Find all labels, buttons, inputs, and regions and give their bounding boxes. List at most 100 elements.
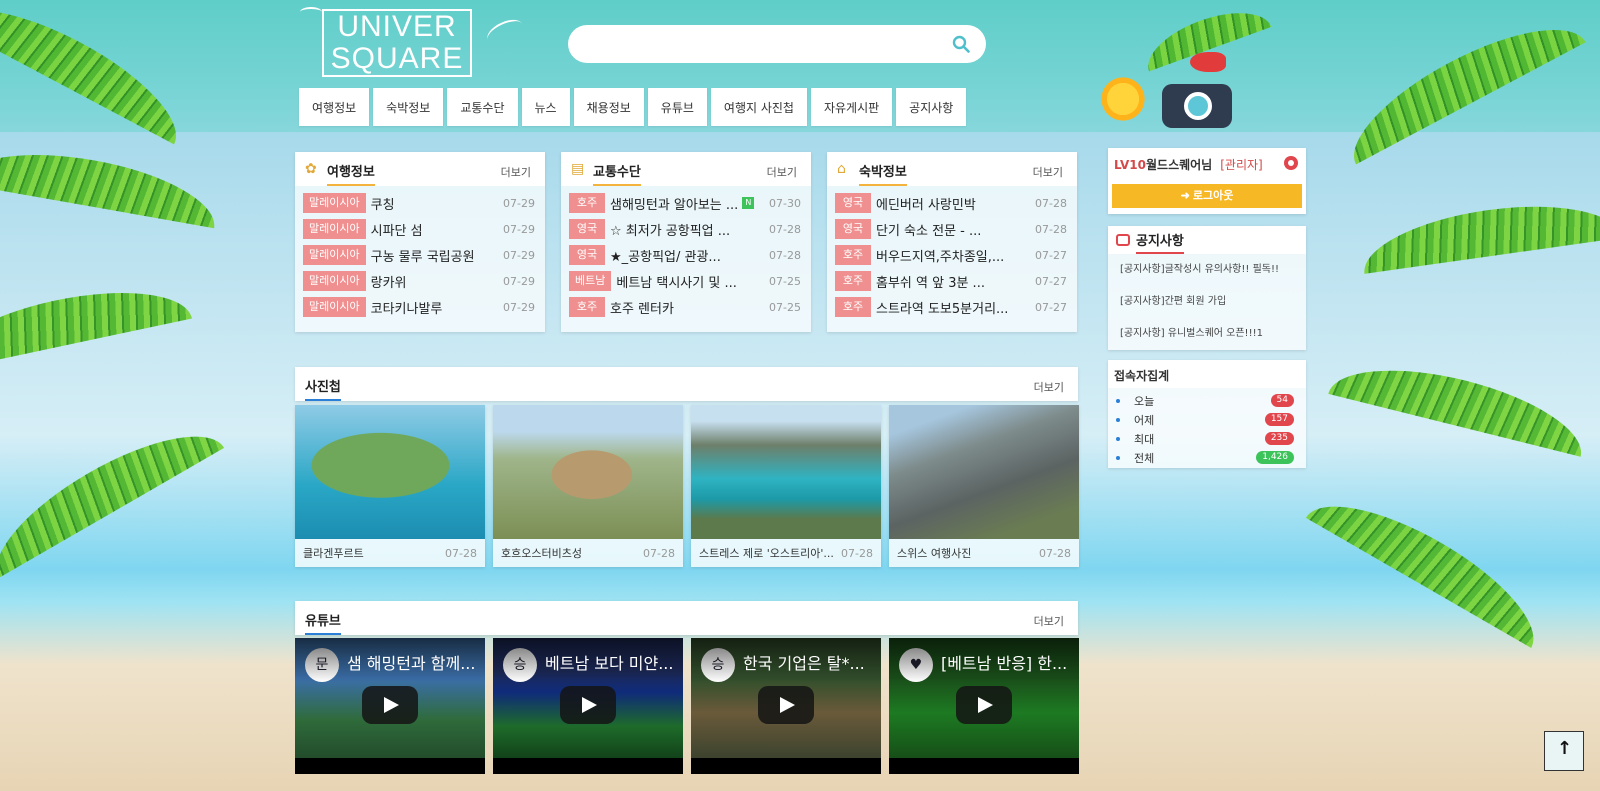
nav-item-notice[interactable]: 공지사항	[896, 88, 967, 126]
photo-card[interactable]: 스위스 여행사진 07-28	[889, 405, 1079, 567]
user-box: LV10월드스퀘어님 [관리자] ➜ 로그아웃	[1108, 148, 1306, 214]
item-title[interactable]: ★_공항픽업/ 관광...	[610, 246, 721, 265]
list-item[interactable]: 호주 홈부쉬 역 앞 3분 ... 07-27	[827, 268, 1077, 294]
item-date: 07-27	[1035, 300, 1067, 314]
list-item[interactable]: 말레이시아 랑카위 07-29	[295, 268, 545, 294]
youtube-video-embed[interactable]: 승 한국 기업은 탈*...	[691, 638, 881, 774]
item-date: 07-28	[769, 248, 801, 262]
list-item[interactable]: 영국 단기 숙소 전문 - ... 07-28	[827, 216, 1077, 242]
panel-title: 숙박정보	[859, 153, 907, 186]
stat-value: 235	[1264, 432, 1294, 445]
more-link[interactable]: 더보기	[1034, 379, 1064, 395]
photo-caption[interactable]: 호흐오스터비츠성	[501, 545, 582, 561]
list-item[interactable]: 영국 ☆ 최저가 공항픽업 ... 07-28	[561, 216, 811, 242]
nav-item-jobs[interactable]: 채용정보	[573, 88, 644, 126]
category-tag: 영국	[569, 219, 605, 239]
photo-caption[interactable]: 클라겐푸르트	[303, 545, 364, 561]
notice-item[interactable]: [공지사항]글작성시 유의사항!! 필독!!	[1108, 254, 1306, 286]
play-button-icon[interactable]	[560, 686, 616, 724]
nav-item-transport[interactable]: 교통수단	[447, 88, 518, 126]
play-button-icon[interactable]	[758, 686, 814, 724]
item-date: 07-29	[503, 222, 535, 236]
more-link[interactable]: 더보기	[767, 164, 797, 180]
visitor-stats-box: 접속자집계 오늘 54 어제 157 최대 235 전체 1,426	[1108, 360, 1306, 468]
play-button-icon[interactable]	[956, 686, 1012, 724]
search-input[interactable]	[586, 33, 926, 55]
photo-thumbnail[interactable]	[889, 405, 1079, 539]
item-title[interactable]: 호주 렌터카	[610, 298, 674, 317]
item-title[interactable]: 에딘버러 사랑민박	[876, 194, 976, 213]
list-item[interactable]: 말레이시아 구농 물루 국립공원 07-29	[295, 242, 545, 268]
nav-item-photo-album[interactable]: 여행지 사진첩	[710, 88, 807, 126]
panel-header: 유튜브 더보기	[295, 601, 1078, 635]
video-title[interactable]: 한국 기업은 탈*...	[691, 638, 881, 682]
item-title[interactable]: 구농 물루 국립공원	[371, 246, 475, 265]
list-item[interactable]: 베트남 베트남 택시사기 및 ... 07-25	[561, 268, 811, 294]
list-item[interactable]: 호주 샘해밍턴과 알아보는 ... N 07-30	[561, 190, 811, 216]
photo-date: 07-28	[643, 546, 675, 560]
search-icon[interactable]	[952, 35, 970, 53]
list-item[interactable]: 영국 ★_공항픽업/ 관광... 07-28	[561, 242, 811, 268]
youtube-video-embed[interactable]: 문 샘 해밍턴과 함께...	[295, 638, 485, 774]
notice-item[interactable]: [공지사항]간편 회원 가입	[1108, 286, 1306, 318]
more-link[interactable]: 더보기	[1034, 613, 1064, 629]
list-item[interactable]: 호주 버우드지역,주차종일,... 07-27	[827, 242, 1077, 268]
more-link[interactable]: 더보기	[1033, 164, 1063, 180]
photo-card[interactable]: 스트레스 제로 '오스트리아'... 07-28	[691, 405, 881, 567]
play-button-icon[interactable]	[362, 686, 418, 724]
category-tag: 말레이시아	[303, 245, 366, 265]
item-title[interactable]: 랑카위	[371, 272, 407, 291]
photo-thumbnail[interactable]	[691, 405, 881, 539]
nav-item-lodging[interactable]: 숙박정보	[373, 88, 444, 126]
item-title[interactable]: 쿠칭	[371, 194, 395, 213]
item-title[interactable]: 코타키나발루	[371, 298, 443, 317]
list-item[interactable]: 영국 에딘버러 사랑민박 07-28	[827, 190, 1077, 216]
item-title[interactable]: 시파단 섬	[371, 220, 423, 239]
sun-icon	[1098, 74, 1148, 124]
admin-link[interactable]: [관리자]	[1220, 158, 1262, 172]
photo-card[interactable]: 호흐오스터비츠성 07-28	[493, 405, 683, 567]
category-tag: 말레이시아	[303, 271, 366, 291]
photo-card[interactable]: 클라겐푸르트 07-28	[295, 405, 485, 567]
item-title[interactable]: ☆ 최저가 공항픽업 ...	[610, 220, 730, 239]
list-item[interactable]: 호주 호주 렌터카 07-25	[561, 294, 811, 320]
logo-line-2: SQUARE	[330, 42, 464, 75]
item-date: 07-28	[1035, 222, 1067, 236]
item-title[interactable]: 샘해밍턴과 알아보는 ...	[610, 194, 738, 213]
photo-thumbnail[interactable]	[295, 405, 485, 539]
logo-swoosh-icon	[300, 7, 322, 17]
item-title[interactable]: 단기 숙소 전문 - ...	[876, 220, 981, 239]
list-item[interactable]: 호주 스트라역 도보5분거리... 07-27	[827, 294, 1077, 320]
scroll-to-top-button[interactable]	[1544, 731, 1584, 771]
photo-caption[interactable]: 스트레스 제로 '오스트리아'...	[699, 545, 834, 561]
gear-icon[interactable]	[1284, 156, 1298, 170]
video-title[interactable]: 샘 해밍턴과 함께...	[295, 638, 485, 682]
camera-icon	[1162, 84, 1232, 128]
video-title[interactable]: [베트남 반응] 한...	[889, 638, 1079, 682]
item-title[interactable]: 홈부쉬 역 앞 3분 ...	[876, 272, 985, 291]
item-title[interactable]: 베트남 택시사기 및 ...	[616, 272, 736, 291]
list-item[interactable]: 말레이시아 코타키나발루 07-29	[295, 294, 545, 320]
item-title[interactable]: 버우드지역,주차종일,...	[876, 246, 1004, 265]
category-tag: 호주	[835, 297, 871, 317]
video-title[interactable]: 베트남 보다 미얀...	[493, 638, 683, 682]
site-logo[interactable]: UNIVER SQUARE	[322, 9, 472, 77]
palm-frond-decoration	[0, 408, 225, 578]
palm-frond-decoration	[0, 273, 192, 373]
item-title[interactable]: 스트라역 도보5분거리...	[876, 298, 1008, 317]
youtube-video-embed[interactable]: ♥ [베트남 반응] 한...	[889, 638, 1079, 774]
photo-thumbnail[interactable]	[493, 405, 683, 539]
nav-item-news[interactable]: 뉴스	[521, 88, 570, 126]
item-date: 07-25	[769, 300, 801, 314]
stats-title: 접속자집계	[1108, 360, 1306, 388]
nav-item-youtube[interactable]: 유튜브	[647, 88, 707, 126]
list-item[interactable]: 말레이시아 시파단 섬 07-29	[295, 216, 545, 242]
list-item[interactable]: 말레이시아 쿠칭 07-29	[295, 190, 545, 216]
nav-item-free-board[interactable]: 자유게시판	[810, 88, 893, 126]
notice-item[interactable]: [공지사항] 유니벌스퀘어 오픈!!!1	[1108, 318, 1306, 350]
more-link[interactable]: 더보기	[501, 164, 531, 180]
photo-caption[interactable]: 스위스 여행사진	[897, 545, 971, 561]
nav-item-travel-info[interactable]: 여행정보	[299, 88, 370, 126]
youtube-video-embed[interactable]: 승 베트남 보다 미얀...	[493, 638, 683, 774]
logout-button[interactable]: ➜ 로그아웃	[1112, 184, 1302, 208]
